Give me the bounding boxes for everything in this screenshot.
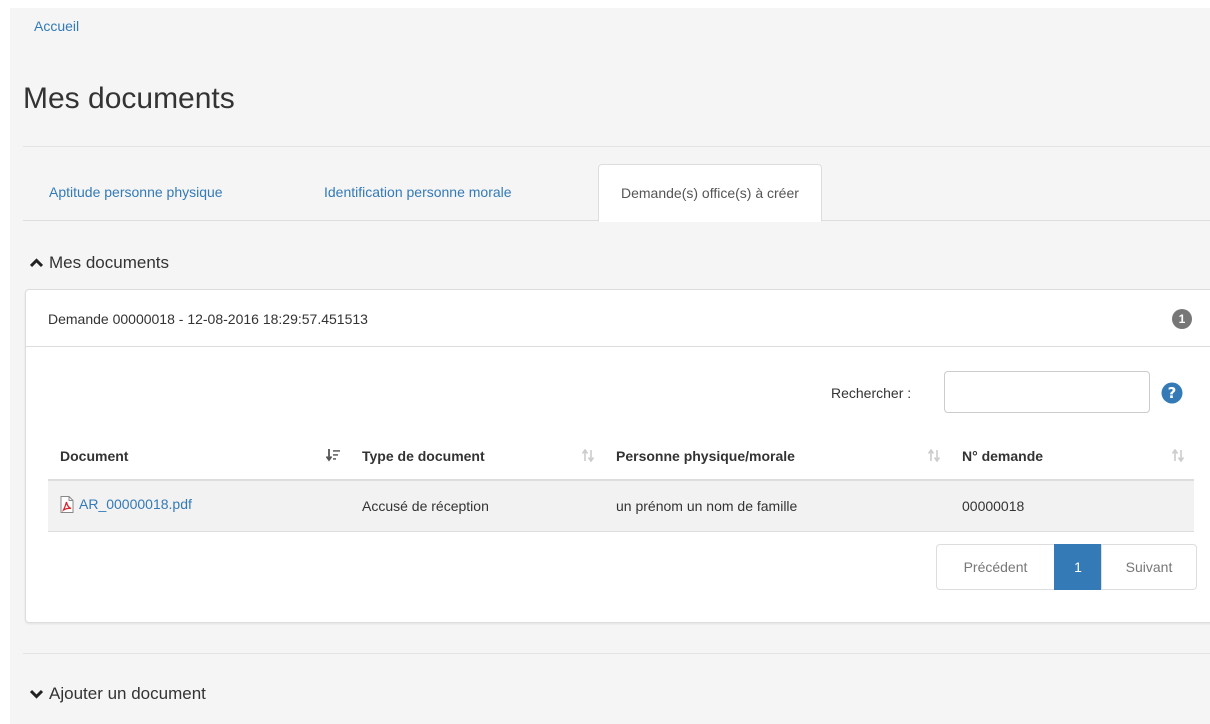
column-header-personne[interactable]: Personne physique/morale bbox=[604, 432, 950, 481]
document-link[interactable]: AR_00000018.pdf bbox=[60, 495, 192, 513]
column-header-document[interactable]: Document bbox=[48, 432, 350, 481]
tab-demandes-offices[interactable]: Demande(s) office(s) à créer bbox=[598, 164, 822, 222]
column-label: Document bbox=[60, 447, 129, 464]
search-input[interactable] bbox=[944, 371, 1150, 413]
sort-icon bbox=[1172, 449, 1184, 462]
section-toggle-mes-documents[interactable]: Mes documents bbox=[30, 253, 169, 273]
pagination: Précédent 1 Suivant bbox=[936, 544, 1197, 590]
divider bbox=[23, 146, 1210, 147]
table-row: AR_00000018.pdf Accusé de réception un p… bbox=[48, 480, 1194, 532]
documents-table: Document Type de document Personne physi… bbox=[48, 432, 1194, 532]
chevron-down-icon bbox=[30, 689, 43, 699]
panel-heading[interactable]: Demande 00000018 - 12-08-2016 18:29:57.4… bbox=[26, 290, 1210, 347]
tab-aptitude-personne-physique[interactable]: Aptitude personne physique bbox=[49, 164, 223, 221]
page: Accueil Mes documents Aptitude personne … bbox=[10, 8, 1210, 724]
tab-identification-personne-morale[interactable]: Identification personne morale bbox=[324, 164, 512, 221]
count-badge: 1 bbox=[1172, 309, 1192, 329]
document-link-label: AR_00000018.pdf bbox=[79, 496, 192, 513]
search-label: Rechercher : bbox=[831, 385, 912, 401]
pagination-next-button[interactable]: Suivant bbox=[1101, 544, 1197, 590]
chevron-up-icon bbox=[30, 258, 43, 268]
breadcrumb-home-link[interactable]: Accueil bbox=[34, 18, 79, 34]
pagination-previous-button[interactable]: Précédent bbox=[936, 544, 1055, 590]
section-label: Ajouter un document bbox=[49, 684, 206, 703]
column-label: Type de document bbox=[362, 447, 485, 464]
svg-text:?: ? bbox=[1168, 384, 1177, 402]
section-label: Mes documents bbox=[49, 253, 169, 272]
column-label: Personne physique/morale bbox=[616, 447, 795, 464]
column-header-numero-demande[interactable]: N° demande bbox=[950, 432, 1194, 481]
cell-document: AR_00000018.pdf bbox=[48, 480, 350, 532]
cell-numero: 00000018 bbox=[950, 480, 1194, 532]
cell-type: Accusé de réception bbox=[350, 480, 604, 532]
sort-icon bbox=[928, 449, 940, 462]
divider bbox=[23, 653, 1210, 654]
page-title: Mes documents bbox=[23, 82, 235, 115]
question-circle-icon[interactable]: ? bbox=[1161, 382, 1183, 404]
sort-icon bbox=[582, 449, 594, 462]
table-header-row: Document Type de document Personne physi… bbox=[48, 432, 1194, 481]
cell-personne: un prénom un nom de famille bbox=[604, 480, 950, 532]
document-panel: Demande 00000018 - 12-08-2016 18:29:57.4… bbox=[25, 289, 1210, 623]
column-label: N° demande bbox=[962, 447, 1044, 464]
column-header-type-document[interactable]: Type de document bbox=[350, 432, 604, 481]
pagination-page-1[interactable]: 1 bbox=[1054, 544, 1102, 590]
panel-title: Demande 00000018 - 12-08-2016 18:29:57.4… bbox=[48, 311, 368, 327]
tab-bar: Aptitude personne physique Identificatio… bbox=[23, 164, 1210, 222]
section-toggle-ajouter-document[interactable]: Ajouter un document bbox=[30, 684, 206, 704]
sort-ascending-icon bbox=[326, 449, 340, 462]
pdf-file-icon bbox=[60, 495, 74, 513]
